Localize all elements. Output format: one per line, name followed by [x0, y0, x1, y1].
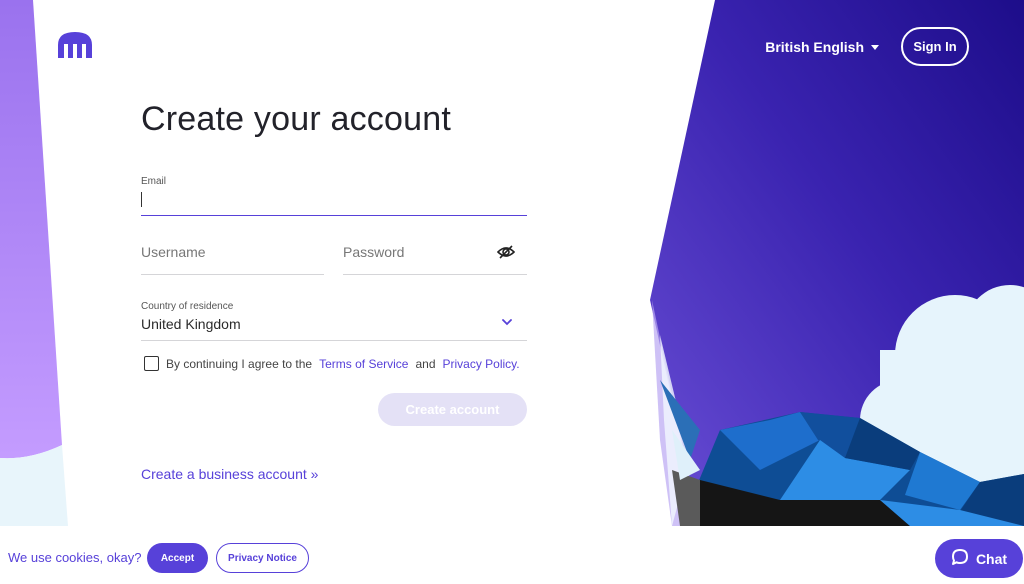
email-label: Email: [141, 176, 167, 187]
background-illustration: [0, 0, 1024, 526]
username-input[interactable]: [141, 244, 324, 260]
terms-consent: By continuing I agree to the Terms of Se…: [144, 356, 520, 371]
consent-prefix: By continuing I agree to the: [166, 356, 313, 371]
business-account-link[interactable]: Create a business account »: [141, 466, 318, 482]
cookie-text: We use cookies, okay?: [8, 550, 142, 565]
caret-down-icon: [871, 45, 879, 50]
chevron-down-icon[interactable]: [501, 313, 513, 331]
email-field[interactable]: Email: [141, 176, 527, 216]
left-wave-panel: [0, 0, 62, 459]
create-account-button[interactable]: Create account: [378, 393, 527, 426]
privacy-policy-link[interactable]: Privacy Policy.: [443, 357, 520, 371]
country-select[interactable]: Country of residence United Kingdom: [141, 300, 527, 341]
chat-bubble-icon: [951, 548, 969, 569]
cookie-banner: We use cookies, okay? Accept Privacy Not…: [0, 526, 1024, 584]
privacy-notice-button[interactable]: Privacy Notice: [216, 543, 309, 573]
terms-checkbox[interactable]: [144, 356, 159, 371]
country-underline: [141, 340, 527, 341]
consent-and: and: [415, 356, 436, 371]
sign-in-button[interactable]: Sign In: [901, 27, 969, 66]
eye-slash-icon[interactable]: [496, 244, 516, 265]
chat-label: Chat: [975, 550, 1008, 567]
email-underline: [141, 214, 527, 216]
language-label: British English: [765, 38, 864, 55]
password-underline: [343, 274, 527, 275]
country-value: United Kingdom: [141, 316, 241, 332]
text-cursor: [141, 192, 142, 207]
top-navigation: British English Sign In: [765, 27, 969, 66]
kraken-logo[interactable]: [56, 30, 94, 65]
language-selector[interactable]: British English: [765, 39, 879, 55]
page-title: Create your account: [141, 100, 451, 138]
terms-of-service-link[interactable]: Terms of Service: [319, 357, 408, 371]
username-underline: [141, 274, 324, 275]
password-field[interactable]: [343, 240, 527, 275]
accept-cookies-button[interactable]: Accept: [147, 543, 208, 573]
signup-form: Create your account Email Country of res…: [141, 100, 527, 482]
country-label: Country of residence: [141, 301, 234, 312]
chat-button[interactable]: Chat: [935, 539, 1023, 578]
password-input[interactable]: [343, 244, 483, 260]
username-field[interactable]: [141, 240, 324, 275]
